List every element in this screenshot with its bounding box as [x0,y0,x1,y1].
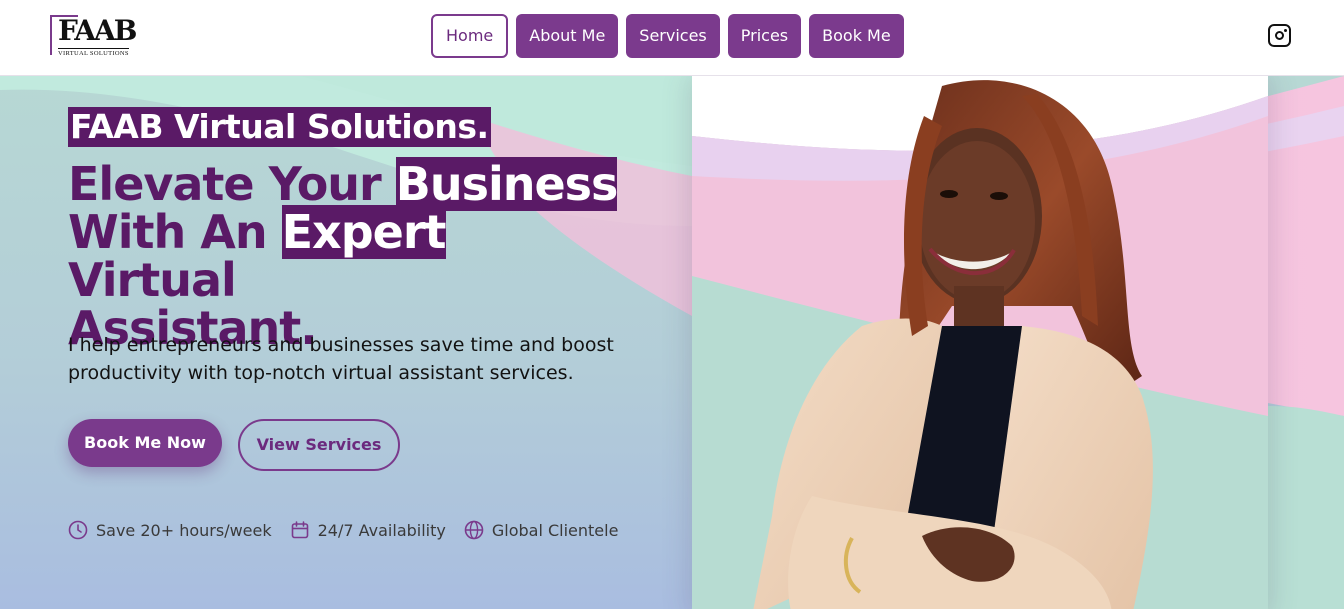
logo-tagline: VIRTUAL SOLUTIONS [58,48,129,57]
nav-about-me[interactable]: About Me [516,14,619,58]
globe-icon [464,520,484,540]
nav-services[interactable]: Services [626,14,720,58]
logo-wordmark: FAAB [58,14,137,47]
portrait-photo [692,76,1268,609]
clock-icon [68,520,88,540]
headline-highlight: Business [395,157,618,211]
book-me-now-button[interactable]: Book Me Now [68,419,222,467]
feature-label: 24/7 Availability [317,520,446,540]
nav-book-me[interactable]: Book Me [809,14,904,58]
headline-text: Elevate Your [68,157,396,211]
feature-item: Save 20+ hours/week [68,520,272,540]
hero-headline: Elevate Your Business With An Expert Vir… [68,157,628,352]
brand-title: FAAB Virtual Solutions. [68,107,491,147]
feature-label: Save 20+ hours/week [96,520,272,540]
main-nav: Home About Me Services Prices Book Me [431,14,904,58]
instagram-icon[interactable] [1268,24,1291,47]
calendar-icon [291,521,308,539]
headline-highlight: Expert [281,205,447,259]
feature-item: 24/7 Availability [290,520,446,540]
view-services-button[interactable]: View Services [238,419,400,471]
logo[interactable]: FAAB VIRTUAL SOLUTIONS [48,13,137,59]
feature-item: Global Clientele [464,520,619,540]
feature-list: Save 20+ hours/week 24/7 Availability Gl… [68,520,618,540]
site-header: FAAB VIRTUAL SOLUTIONS Home About Me Ser… [0,0,1344,76]
portrait-illustration [692,76,1268,609]
nav-home[interactable]: Home [431,14,509,58]
headline-text: Virtual [68,253,237,307]
feature-label: Global Clientele [491,520,619,540]
hero-description: I help entrepreneurs and businesses save… [68,334,614,384]
nav-prices[interactable]: Prices [727,14,802,58]
headline-text: With An [68,205,282,259]
